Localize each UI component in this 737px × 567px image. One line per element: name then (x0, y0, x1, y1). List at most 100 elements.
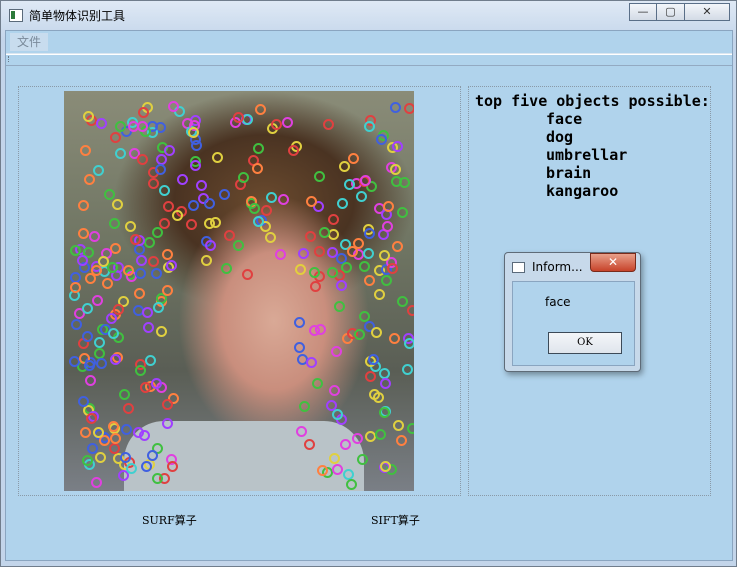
keypoint-marker (326, 266, 338, 278)
keypoint-marker (136, 255, 148, 267)
keypoint-marker (122, 264, 134, 276)
keypoint-marker (328, 384, 340, 396)
keypoint-marker (203, 197, 215, 209)
keypoint-marker (114, 148, 126, 160)
keypoint-marker (187, 199, 199, 211)
surf-label[interactable]: SURF算子 (142, 512, 197, 528)
keypoint-marker (396, 295, 408, 307)
keypoint-marker (95, 452, 107, 464)
keypoint-marker (134, 365, 146, 377)
keypoint-marker (328, 452, 340, 464)
keypoint-marker (316, 465, 328, 477)
keypoint-marker (345, 478, 357, 490)
keypoint-marker (95, 358, 107, 370)
keypoint-marker (120, 424, 132, 436)
keypoint-marker (275, 249, 287, 261)
keypoint-marker (356, 454, 368, 465)
maximize-button[interactable]: ▢ (656, 3, 685, 21)
keypoint-marker (388, 332, 400, 344)
keypoint-marker (343, 179, 355, 191)
result-item: brain (546, 164, 592, 182)
keypoint-marker (378, 406, 390, 418)
keypoint-marker (386, 262, 398, 274)
keypoint-marker (110, 433, 122, 445)
keypoint-marker (363, 247, 375, 259)
keypoint-marker (92, 426, 104, 438)
keypoint-marker (78, 227, 90, 239)
keypoint-marker (392, 420, 404, 432)
keypoint-marker (336, 198, 348, 210)
sift-label[interactable]: SIFT算子 (371, 512, 420, 528)
keypoint-marker (162, 249, 174, 261)
keypoint-marker (379, 367, 391, 379)
keypoint-marker (363, 274, 375, 286)
keypoint-marker (69, 281, 81, 293)
menu-bar: 文件 (6, 31, 732, 54)
results-heading: top five objects possible: (475, 92, 710, 110)
keypoint-marker (83, 360, 95, 372)
keypoint-marker (264, 231, 276, 243)
keypoint-marker (201, 255, 213, 267)
keypoint-marker (145, 354, 157, 366)
keypoint-marker (163, 145, 175, 157)
keypoint-marker (102, 277, 114, 289)
keypoint-marker (376, 133, 388, 145)
keypoint-marker (110, 243, 122, 255)
keypoint-marker (242, 268, 254, 280)
toolbar-grip-handle[interactable] (8, 56, 12, 62)
keypoint-marker (364, 227, 376, 239)
title-bar[interactable]: 简单物体识别工具 — ▢ ✕ (1, 1, 736, 29)
keypoint-marker (391, 140, 403, 152)
keypoint-marker (297, 248, 309, 260)
keypoint-marker (340, 438, 352, 450)
ok-button[interactable]: OK (548, 332, 622, 354)
close-button[interactable]: ✕ (684, 3, 730, 21)
keypoint-marker (109, 353, 121, 365)
keypoint-marker (86, 412, 98, 424)
keypoint-marker (94, 337, 106, 349)
keypoint-marker (83, 174, 95, 186)
information-dialog: Inform... ✕ face OK (504, 252, 641, 372)
keypoint-marker (373, 289, 385, 301)
keypoint-marker (407, 304, 414, 316)
keypoint-marker (265, 192, 277, 204)
keypoint-marker (309, 280, 321, 292)
dialog-body: face OK (512, 281, 635, 366)
keypoint-marker (108, 217, 120, 229)
keypoint-marker (77, 395, 89, 407)
keypoint-marker (82, 303, 94, 315)
keypoint-marker (379, 460, 391, 472)
dialog-window-icon (512, 262, 525, 273)
main-window: 简单物体识别工具 — ▢ ✕ 文件 top five objects possi… (0, 0, 737, 567)
minimize-button[interactable]: — (629, 3, 657, 21)
keypoint-marker (311, 377, 323, 389)
keypoint-marker (278, 193, 290, 205)
keypoint-marker (142, 322, 154, 334)
keypoint-marker (237, 172, 249, 184)
keypoint-marker (242, 114, 254, 126)
menu-file[interactable]: 文件 (10, 33, 48, 51)
keypoint-marker (378, 249, 390, 261)
keypoint-marker (91, 477, 103, 489)
keypoint-marker (127, 120, 139, 132)
keypoint-marker (162, 417, 174, 429)
dialog-close-button[interactable]: ✕ (590, 253, 636, 272)
keypoint-marker (356, 190, 368, 202)
keypoint-marker (401, 363, 413, 375)
keypoint-marker (77, 200, 89, 212)
window-title: 简单物体识别工具 (29, 9, 126, 23)
keypoint-marker (255, 103, 267, 115)
keypoint-marker (381, 221, 393, 233)
keypoint-marker (110, 132, 122, 144)
keypoint-marker (141, 306, 153, 318)
keypoint-marker (186, 219, 198, 231)
keypoint-marker (299, 401, 311, 413)
keypoint-marker (220, 263, 232, 275)
keypoint-marker (147, 177, 159, 189)
keypoint-marker (167, 101, 179, 112)
keypoint-marker (305, 231, 317, 243)
keypoint-marker (260, 204, 272, 216)
keypoint-marker (322, 118, 334, 130)
keypoint-marker (114, 120, 126, 132)
result-item: dog (546, 128, 574, 146)
